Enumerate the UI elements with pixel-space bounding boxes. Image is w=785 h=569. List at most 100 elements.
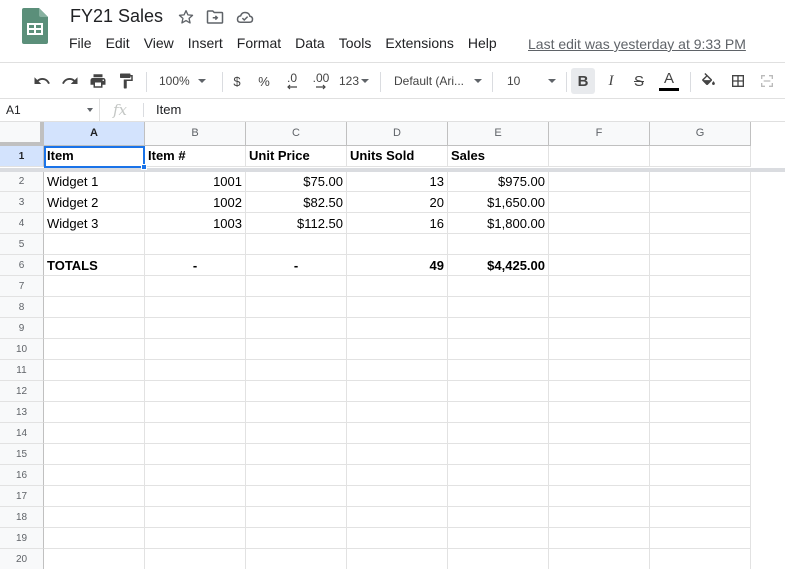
cell-b10[interactable] [145,339,246,360]
cell-f15[interactable] [549,444,650,465]
zoom-select[interactable]: 100% [152,68,216,94]
cell-f16[interactable] [549,465,650,486]
cell-f6[interactable] [549,255,650,276]
cell-c16[interactable] [246,465,347,486]
cell-d12[interactable] [347,381,448,402]
row-header-8[interactable]: 8 [0,297,44,318]
row-header-4[interactable]: 4 [0,213,44,234]
cell-c7[interactable] [246,276,347,297]
cell-b17[interactable] [145,486,246,507]
cell-b19[interactable] [145,528,246,549]
cell-c19[interactable] [246,528,347,549]
cell-g16[interactable] [650,465,751,486]
frozen-rows-divider[interactable] [0,168,785,172]
cell-c8[interactable] [246,297,347,318]
cell-a14[interactable] [44,423,145,444]
cell-f1[interactable] [549,146,650,167]
cell-f4[interactable] [549,213,650,234]
row-header-6[interactable]: 6 [0,255,44,276]
cell-c20[interactable] [246,549,347,569]
cell-f9[interactable] [549,318,650,339]
cell-g10[interactable] [650,339,751,360]
row-header-11[interactable]: 11 [0,360,44,381]
cell-e14[interactable] [448,423,549,444]
cell-e2[interactable]: $975.00 [448,171,549,192]
cell-a2[interactable]: Widget 1 [44,171,145,192]
name-box[interactable]: A1 [0,99,100,121]
cell-c2[interactable]: $75.00 [246,171,347,192]
cell-e19[interactable] [448,528,549,549]
cell-c17[interactable] [246,486,347,507]
cell-g4[interactable] [650,213,751,234]
cell-c3[interactable]: $82.50 [246,192,347,213]
row-header-10[interactable]: 10 [0,339,44,360]
cell-e10[interactable] [448,339,549,360]
column-header-e[interactable]: E [448,122,549,146]
last-edit-link[interactable]: Last edit was yesterday at 9:33 PM [528,35,746,53]
row-header-9[interactable]: 9 [0,318,44,339]
column-header-a[interactable]: A [44,122,145,146]
row-header-18[interactable]: 18 [0,507,44,528]
cell-g3[interactable] [650,192,751,213]
print-button[interactable] [86,68,110,94]
cell-f17[interactable] [549,486,650,507]
cell-c18[interactable] [246,507,347,528]
cell-b11[interactable] [145,360,246,381]
cell-g13[interactable] [650,402,751,423]
cell-a12[interactable] [44,381,145,402]
cell-g7[interactable] [650,276,751,297]
column-header-g[interactable]: G [650,122,751,146]
cell-e3[interactable]: $1,650.00 [448,192,549,213]
cell-e1[interactable]: Sales [448,146,549,167]
menu-tools[interactable]: Tools [332,34,379,54]
format-percent-button[interactable]: % [255,68,273,94]
cell-b8[interactable] [145,297,246,318]
cell-a11[interactable] [44,360,145,381]
cell-e8[interactable] [448,297,549,318]
row-header-17[interactable]: 17 [0,486,44,507]
cell-f14[interactable] [549,423,650,444]
cell-b2[interactable]: 1001 [145,171,246,192]
more-formats-button[interactable]: 123 [337,68,371,94]
row-header-12[interactable]: 12 [0,381,44,402]
cell-b12[interactable] [145,381,246,402]
row-header-15[interactable]: 15 [0,444,44,465]
cell-b4[interactable]: 1003 [145,213,246,234]
cell-f2[interactable] [549,171,650,192]
cell-f19[interactable] [549,528,650,549]
cell-f18[interactable] [549,507,650,528]
cell-b15[interactable] [145,444,246,465]
cell-e12[interactable] [448,381,549,402]
merge-cells-button[interactable] [756,68,778,94]
document-title[interactable]: FY21 Sales [70,6,163,27]
cell-b6[interactable]: - [145,255,246,276]
cell-b16[interactable] [145,465,246,486]
cell-d9[interactable] [347,318,448,339]
menu-edit[interactable]: Edit [99,34,137,54]
redo-button[interactable] [58,68,82,94]
cell-c12[interactable] [246,381,347,402]
decrease-decimal-button[interactable]: .0 [280,68,304,94]
row-header-13[interactable]: 13 [0,402,44,423]
cell-f10[interactable] [549,339,650,360]
cell-g15[interactable] [650,444,751,465]
format-currency-button[interactable]: $ [228,68,246,94]
cell-c14[interactable] [246,423,347,444]
cell-e5[interactable] [448,234,549,255]
cell-c6[interactable]: - [246,255,347,276]
undo-button[interactable] [30,68,54,94]
cell-d18[interactable] [347,507,448,528]
cell-g11[interactable] [650,360,751,381]
cell-c15[interactable] [246,444,347,465]
cell-g12[interactable] [650,381,751,402]
cell-c1[interactable]: Unit Price [246,146,347,167]
row-header-14[interactable]: 14 [0,423,44,444]
cell-a18[interactable] [44,507,145,528]
cell-f3[interactable] [549,192,650,213]
cell-a6[interactable]: TOTALS [44,255,145,276]
cell-g20[interactable] [650,549,751,569]
cell-d15[interactable] [347,444,448,465]
chevron-down-icon[interactable] [87,108,93,112]
cell-g19[interactable] [650,528,751,549]
cell-e9[interactable] [448,318,549,339]
